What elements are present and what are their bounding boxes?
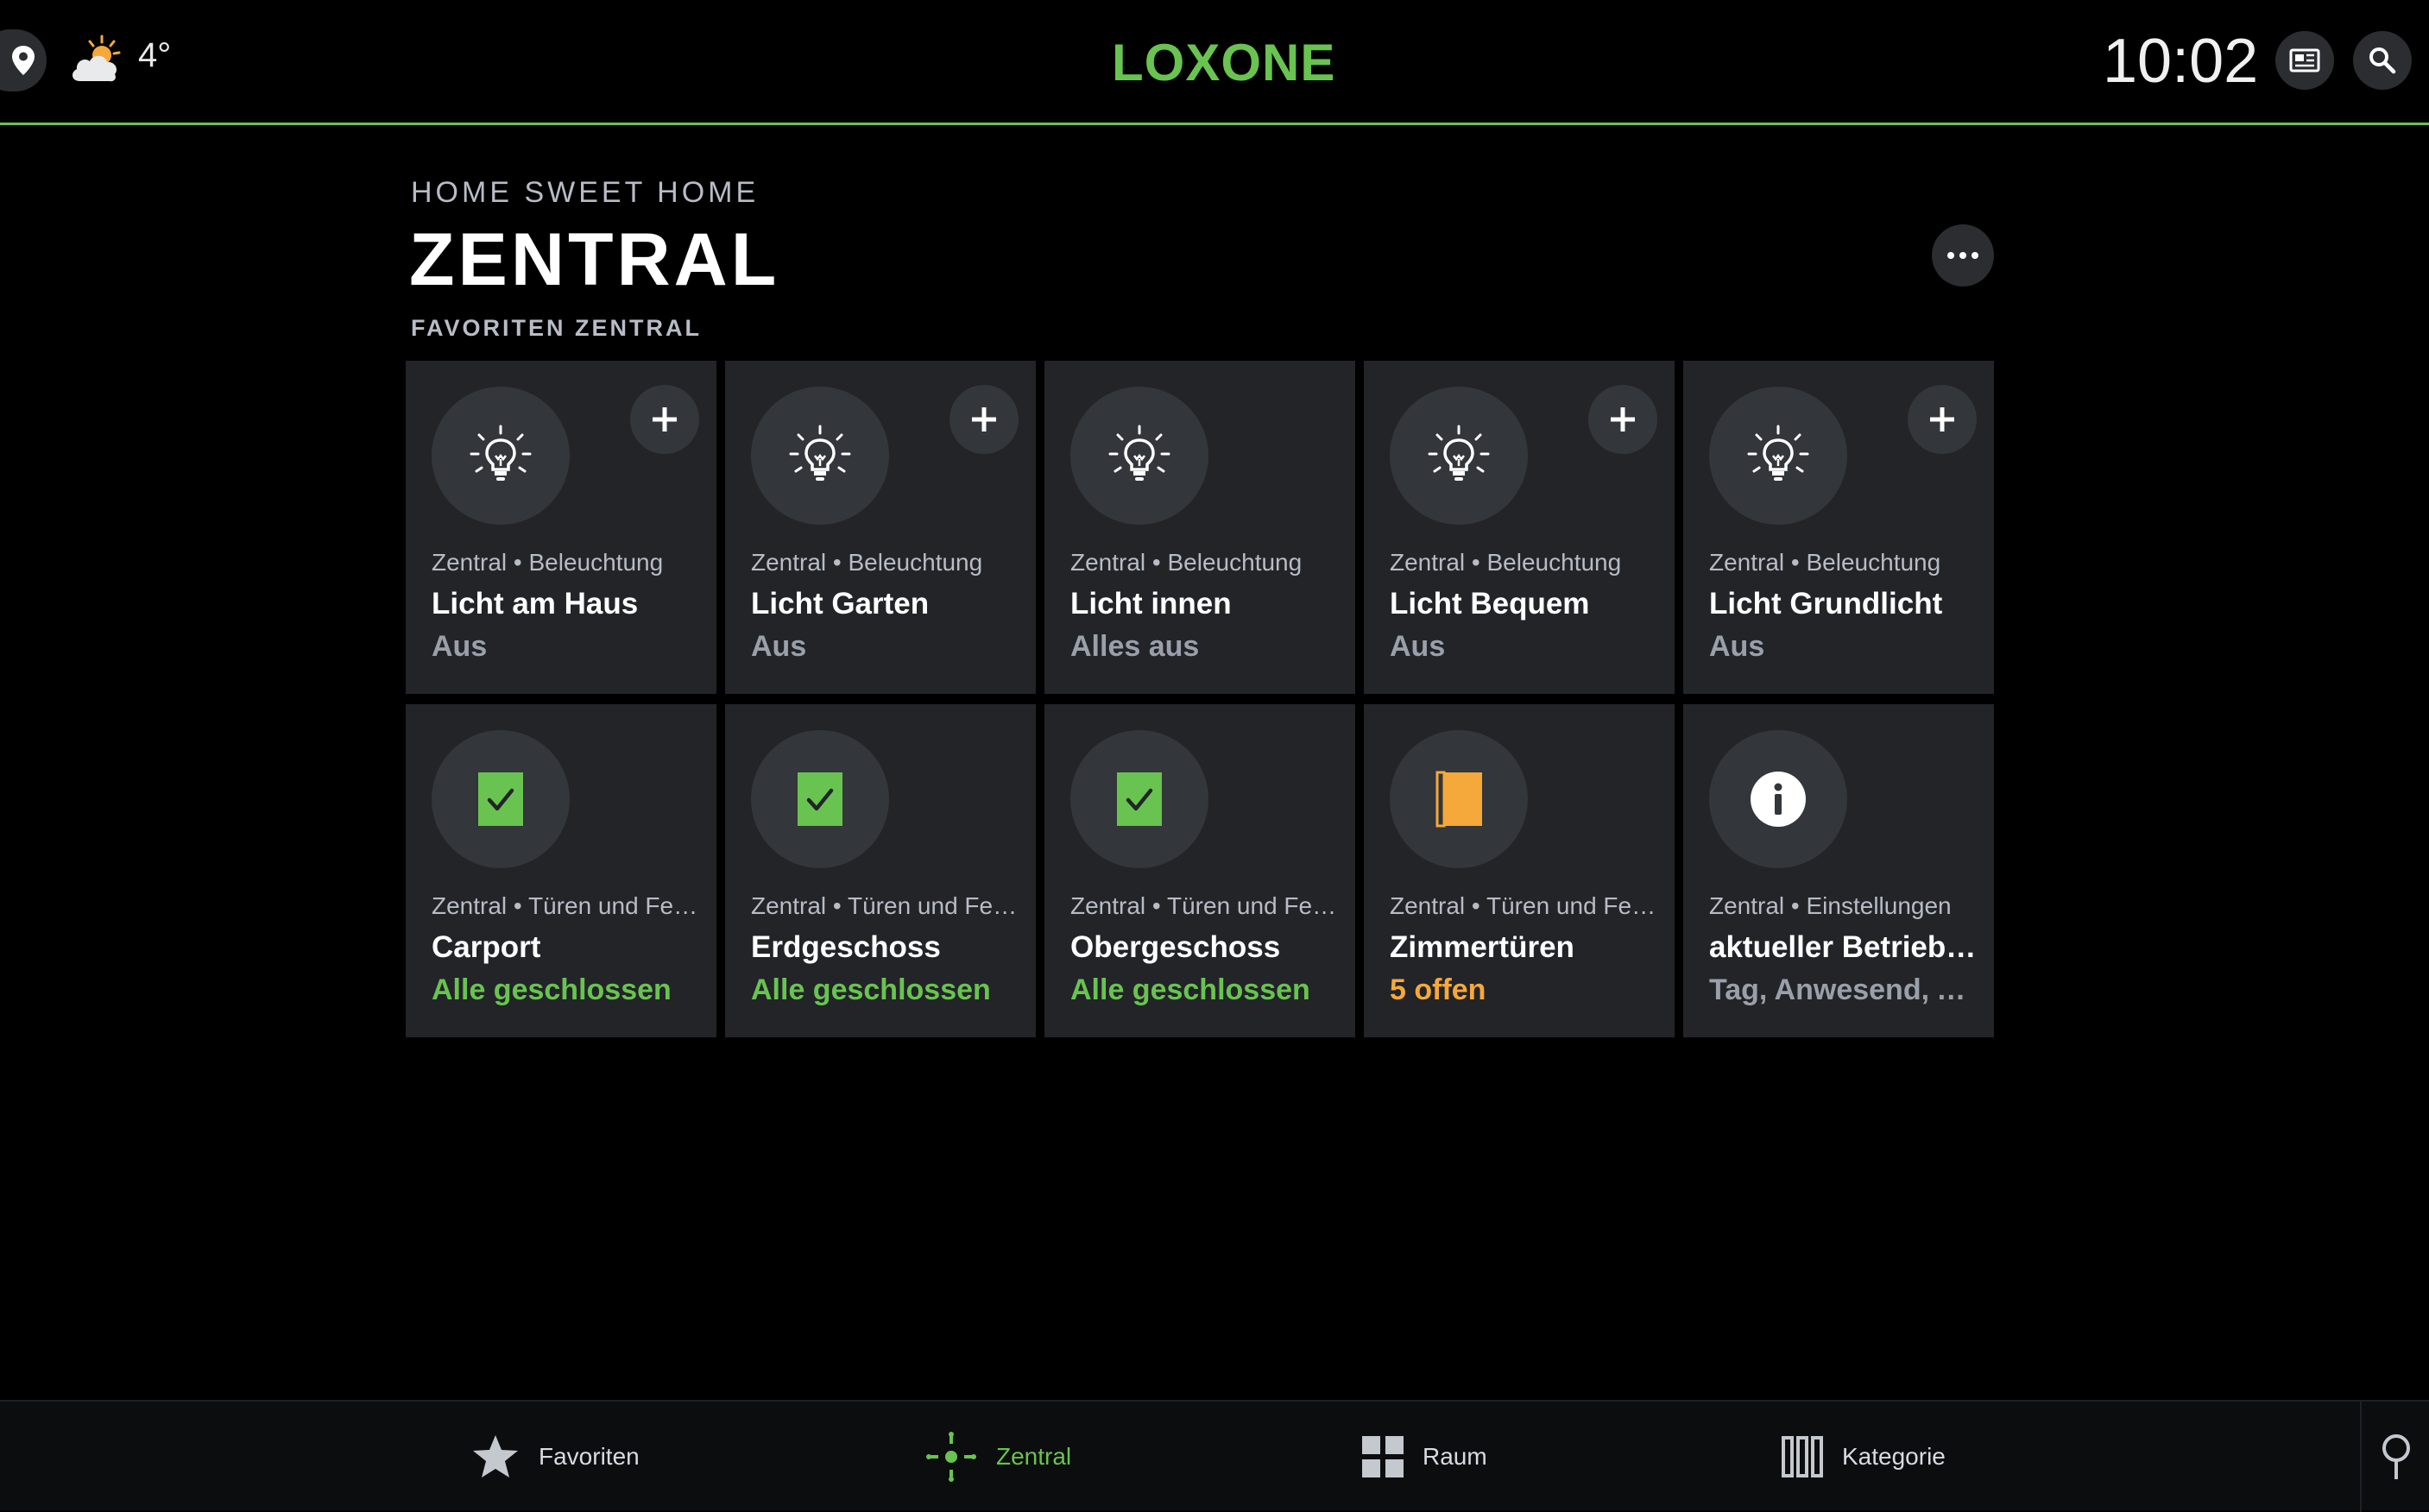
nav-favoriten[interactable]: Favoriten xyxy=(471,1402,640,1512)
plus-icon[interactable] xyxy=(1908,385,1977,454)
favorite-tile[interactable]: Zentral • Beleuchtung Licht am Haus Aus xyxy=(406,361,716,694)
favorite-tile[interactable]: Zentral • Beleuchtung Licht innen Alles au… xyxy=(1044,361,1355,694)
nav-kategorie-label: Kategorie xyxy=(1842,1443,1946,1470)
info-icon xyxy=(1709,730,1847,868)
tile-name: Obergeschoss xyxy=(1070,930,1281,964)
page-title: ZENTRAL xyxy=(409,218,780,301)
grid-rooms-icon xyxy=(1362,1436,1404,1477)
tile-name: Licht Grundlicht xyxy=(1709,587,1943,621)
tile-subtitle: Zentral • Türen und Fe… xyxy=(1070,892,1337,919)
news-button[interactable] xyxy=(2275,31,2334,90)
lightbulb-icon xyxy=(432,387,570,525)
nav-raum-label: Raum xyxy=(1423,1443,1487,1470)
plus-icon[interactable] xyxy=(950,385,1019,454)
location-pin-icon xyxy=(12,46,35,75)
nav-kategorie[interactable]: Kategorie xyxy=(1782,1402,1946,1512)
favorite-tile[interactable]: Zentral • Beleuchtung Licht Grundlicht Aus xyxy=(1683,361,1994,694)
open-door-icon xyxy=(1390,730,1528,868)
tile-subtitle: Zentral • Beleuchtung xyxy=(1390,549,1622,576)
favorite-tile[interactable]: Zentral • Türen und Fe… Obergeschoss Alle … xyxy=(1044,704,1355,1037)
nav-divider xyxy=(2360,1402,2362,1512)
lightbulb-icon xyxy=(751,387,889,525)
tile-name: Licht Garten xyxy=(751,587,930,621)
more-dots-icon xyxy=(1947,252,1978,259)
tile-name: aktueller Betriebs… xyxy=(1709,930,1980,964)
tile-subtitle: Zentral • Türen und Fe… xyxy=(751,892,1018,919)
tile-state: Alle geschlossen xyxy=(751,973,991,1006)
tile-subtitle: Zentral • Türen und Fe… xyxy=(1390,892,1656,919)
nav-zentral[interactable]: Zentral xyxy=(925,1402,1071,1512)
tile-state: Aus xyxy=(751,630,807,663)
category-icon xyxy=(1782,1436,1823,1477)
star-icon xyxy=(473,1435,518,1477)
tile-subtitle: Zentral • Beleuchtung xyxy=(751,549,983,576)
tile-subtitle: Zentral • Einstellungen xyxy=(1709,892,1952,919)
search-icon xyxy=(2369,47,2396,74)
zentral-icon xyxy=(926,1432,976,1482)
tile-subtitle: Zentral • Türen und Fe… xyxy=(432,892,698,919)
tile-state: 5 offen xyxy=(1390,973,1486,1006)
partly-cloudy-icon[interactable] xyxy=(69,35,128,86)
nav-raum[interactable]: Raum xyxy=(1362,1402,1487,1512)
tile-name: Carport xyxy=(432,930,541,964)
tile-subtitle: Zentral • Beleuchtung xyxy=(1709,549,1941,576)
tile-state: Aus xyxy=(1390,630,1446,663)
tile-state: Alle geschlossen xyxy=(1070,973,1310,1006)
plus-icon[interactable] xyxy=(630,385,699,454)
tile-state: Alles aus xyxy=(1070,630,1200,663)
loxone-logo: LOXONE xyxy=(1112,34,1336,91)
favorite-tile[interactable]: Zentral • Türen und Fe… Zimmertüren 5 offe… xyxy=(1364,704,1675,1037)
more-options-button[interactable] xyxy=(1932,224,1994,287)
search-button[interactable] xyxy=(2353,31,2412,90)
tile-subtitle: Zentral • Beleuchtung xyxy=(432,549,664,576)
nav-favoriten-label: Favoriten xyxy=(539,1443,640,1470)
lightbulb-icon xyxy=(1709,387,1847,525)
tile-state: Aus xyxy=(432,630,488,663)
nav-zentral-label: Zentral xyxy=(996,1443,1072,1470)
favorite-tile[interactable]: Zentral • Türen und Fe… Carport Alle gesch… xyxy=(406,704,716,1037)
check-icon xyxy=(751,730,889,868)
temperature: 4° xyxy=(138,36,172,74)
tile-subtitle: Zentral • Beleuchtung xyxy=(1070,549,1303,576)
clock: 10:02 xyxy=(2103,27,2259,96)
favorite-tile[interactable]: Zentral • Beleuchtung Licht Bequem Aus xyxy=(1364,361,1675,694)
plus-icon[interactable] xyxy=(1588,385,1657,454)
tile-name: Zimmertüren xyxy=(1390,930,1574,964)
favorite-tile[interactable]: Zentral • Beleuchtung Licht Garten Aus xyxy=(725,361,1036,694)
tile-name: Erdgeschoss xyxy=(751,930,941,964)
check-icon xyxy=(432,730,570,868)
bottom-navigation: Favoriten Zentral Raum Kategorie xyxy=(0,1400,2429,1512)
newspaper-icon xyxy=(2289,48,2320,72)
lightbulb-icon xyxy=(1390,387,1528,525)
tile-state: Tag, Anwesend, A… xyxy=(1709,973,1980,1006)
check-icon xyxy=(1070,730,1208,868)
location-button[interactable] xyxy=(0,29,47,91)
favorite-tile[interactable]: Zentral • Einstellungen aktueller Betrieb… xyxy=(1683,704,1994,1037)
tile-state: Aus xyxy=(1709,630,1765,663)
top-bar: 4° LOXONE 10:02 xyxy=(0,0,2429,125)
tile-name: Licht Bequem xyxy=(1390,587,1590,621)
section-title: FAVORITEN ZENTRAL xyxy=(411,315,702,341)
location-marker-icon[interactable] xyxy=(2379,1433,2413,1481)
lightbulb-icon xyxy=(1070,387,1208,525)
favorites-grid: Zentral • Beleuchtung Licht am Haus Aus Zen… xyxy=(406,361,1994,1037)
tile-name: Licht innen xyxy=(1070,587,1232,621)
favorite-tile[interactable]: Zentral • Türen und Fe… Erdgeschoss Alle g… xyxy=(725,704,1036,1037)
home-name: HOME SWEET HOME xyxy=(411,176,760,209)
tile-name: Licht am Haus xyxy=(432,587,639,621)
tile-state: Alle geschlossen xyxy=(432,973,672,1006)
